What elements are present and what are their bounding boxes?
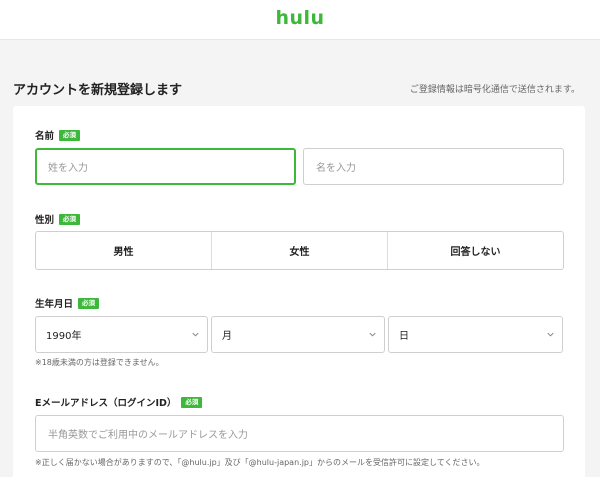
required-badge: 必須	[59, 213, 81, 225]
gender-selector: 男性 女性 回答しない	[35, 231, 564, 270]
name-label-text: 名前	[35, 131, 55, 142]
birth-day-select[interactable]: 日	[388, 316, 563, 353]
chevron-down-icon	[369, 332, 376, 337]
birthdate-label: 生年月日 必須	[35, 296, 100, 310]
page-title: アカウントを新規登録します	[13, 83, 183, 98]
first-name-input[interactable]: 名を入力	[303, 148, 564, 185]
email-label: Eメールアドレス（ログインID） 必須	[35, 395, 203, 409]
birth-day-value: 日	[399, 331, 409, 342]
birth-year-select[interactable]: 1990年	[35, 316, 208, 353]
birth-month-value: 月	[222, 331, 232, 342]
email-input[interactable]: 半角英数でご利用中のメールアドレスを入力	[35, 415, 564, 452]
required-badge: 必須	[181, 396, 203, 408]
name-label: 名前 必須	[35, 128, 81, 142]
gender-option-no-answer[interactable]: 回答しない	[387, 232, 563, 269]
birth-year-value: 1990年	[46, 331, 82, 342]
gender-option-male[interactable]: 男性	[36, 232, 211, 269]
birthdate-label-text: 生年月日	[35, 299, 74, 310]
last-name-placeholder: 姓を入力	[48, 163, 88, 174]
chevron-down-icon	[547, 332, 554, 337]
hulu-logo[interactable]: hulu	[0, 7, 600, 29]
required-badge: 必須	[78, 297, 100, 309]
gender-label-text: 性別	[35, 215, 55, 226]
chevron-down-icon	[192, 332, 199, 337]
birth-month-select[interactable]: 月	[211, 316, 385, 353]
gender-label: 性別 必須	[35, 212, 81, 226]
age-restriction-note: ※18歳未満の方は登録できません。	[35, 358, 164, 367]
security-notice: ご登録情報は暗号化通信で送信されます。	[409, 85, 580, 95]
email-placeholder: 半角英数でご利用中のメールアドレスを入力	[48, 430, 248, 441]
required-badge: 必須	[59, 129, 81, 141]
site-header: hulu	[0, 0, 600, 40]
gender-option-female[interactable]: 女性	[211, 232, 387, 269]
email-delivery-note: ※正しく届かない場合がありますので、「@hulu.jp」及び「@hulu-jap…	[35, 458, 485, 467]
first-name-placeholder: 名を入力	[316, 163, 356, 174]
email-label-text: Eメールアドレス（ログインID）	[35, 398, 177, 409]
last-name-input[interactable]: 姓を入力	[35, 148, 296, 185]
